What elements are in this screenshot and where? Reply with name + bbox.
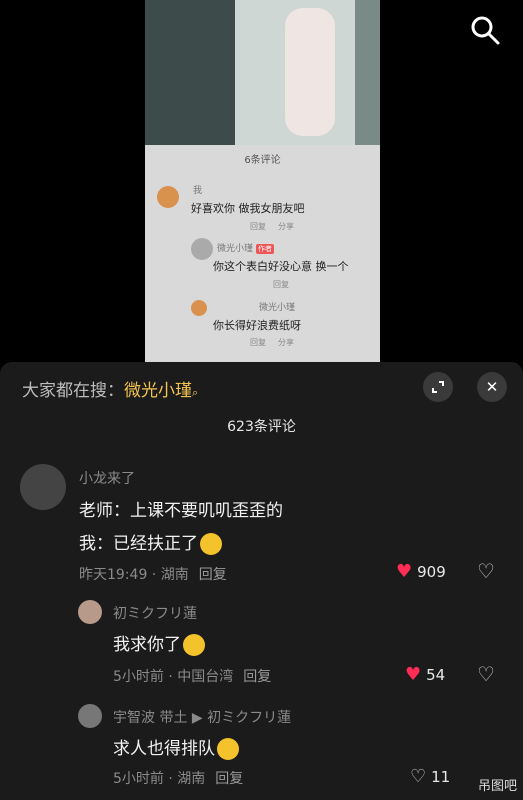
- search-keyword[interactable]: 微光小瑾: [124, 381, 192, 401]
- search-icon: ⌕: [192, 386, 199, 399]
- emoji-icon: [217, 738, 239, 760]
- inner-comment-text: 你这个表白好没心意 换一个: [213, 260, 349, 273]
- heart-icon: ♥: [405, 664, 422, 685]
- comment-text: 求人也得排队: [113, 734, 239, 760]
- like-button[interactable]: ♥ 54: [405, 664, 445, 685]
- reply-button[interactable]: 回复: [243, 669, 271, 685]
- suggested-search[interactable]: 大家都在搜：微光小瑾⌕: [22, 376, 198, 401]
- inner-meta: 回复 分享: [250, 337, 294, 348]
- like-count: 909: [417, 562, 446, 581]
- inner-username: 微光小瑾: [259, 303, 296, 313]
- inner-meta: 回复: [273, 279, 289, 290]
- inner-reply: 回复: [250, 222, 266, 231]
- inner-comment-count: 6条评论: [244, 155, 281, 166]
- comment-username[interactable]: 小龙来了: [79, 468, 135, 488]
- comment-username[interactable]: 宇智波 带土 ▶ 初ミクフリ蓮: [113, 707, 291, 727]
- search-prefix: 大家都在搜：: [22, 381, 124, 401]
- inner-avatar: [191, 300, 207, 316]
- like-count: 11: [431, 767, 451, 786]
- comment-time: 5小时前 · 中国台湾: [113, 669, 234, 685]
- dislike-icon[interactable]: ♡: [477, 559, 495, 583]
- emoji-icon: [183, 634, 205, 656]
- search-icon[interactable]: [469, 14, 501, 46]
- comment-panel: 大家都在搜：微光小瑾⌕ ✕ 623条评论 小龙来了 老师：上课不要叽叽歪歪的 我…: [0, 362, 523, 800]
- comment-time: 5小时前 · 湖南: [113, 771, 206, 787]
- inner-share: 分享: [278, 222, 294, 231]
- dislike-icon[interactable]: ♡: [477, 662, 495, 686]
- comment-count: 623条评论: [227, 419, 296, 435]
- inner-comment-text: 你长得好浪费纸呀: [213, 319, 301, 332]
- emoji-icon: [200, 533, 222, 555]
- inner-username: 微光小瑾 作者: [217, 244, 275, 254]
- like-button[interactable]: ♥ 909: [396, 561, 446, 582]
- photo-shadow: [145, 0, 235, 145]
- watermark: 吊图吧: [477, 779, 517, 794]
- inner-avatar: [191, 238, 213, 260]
- avatar[interactable]: [20, 464, 66, 510]
- avatar[interactable]: [78, 600, 102, 624]
- inner-reply: 回复: [273, 280, 289, 289]
- video-area[interactable]: 6条评论 我 好喜欢你 做我女朋友吧 回复 分享 微光小瑾 作者 你这个表白好没心…: [0, 0, 523, 362]
- inner-avatar: [157, 186, 179, 208]
- inner-reply: 回复: [250, 338, 266, 347]
- like-count: 54: [426, 665, 446, 684]
- comment-time: 昨天19:49 · 湖南: [79, 567, 189, 583]
- inner-share: 分享: [278, 338, 294, 347]
- comment-username[interactable]: 初ミクフリ蓮: [113, 603, 197, 623]
- avatar[interactable]: [78, 704, 102, 728]
- comment-meta: 昨天19:49 · 湖南 回复: [79, 564, 227, 584]
- comment-meta: 5小时前 · 中国台湾 回复: [113, 666, 271, 686]
- photo-person: [285, 8, 335, 136]
- comment-text: 我求你了: [113, 630, 205, 656]
- heart-icon: ♡: [410, 766, 427, 787]
- like-button[interactable]: ♡ 11: [410, 766, 450, 787]
- comment-meta: 5小时前 · 湖南 回复: [113, 768, 243, 788]
- inner-meta: 回复 分享: [250, 221, 294, 232]
- heart-icon: ♥: [396, 561, 413, 582]
- reply-button[interactable]: 回复: [215, 771, 243, 787]
- inner-username: 我: [193, 186, 203, 196]
- expand-icon[interactable]: [423, 372, 453, 402]
- comment-text: 老师：上课不要叽叽歪歪的: [79, 501, 283, 521]
- reply-button[interactable]: 回复: [199, 567, 227, 583]
- inner-comment-text: 好喜欢你 做我女朋友吧: [191, 202, 305, 215]
- close-icon[interactable]: ✕: [477, 372, 507, 402]
- comment-text: 我：已经扶正了: [79, 529, 222, 555]
- video-photo: [145, 0, 380, 145]
- video-frame: 6条评论 我 好喜欢你 做我女朋友吧 回复 分享 微光小瑾 作者 你这个表白好没心…: [145, 0, 380, 362]
